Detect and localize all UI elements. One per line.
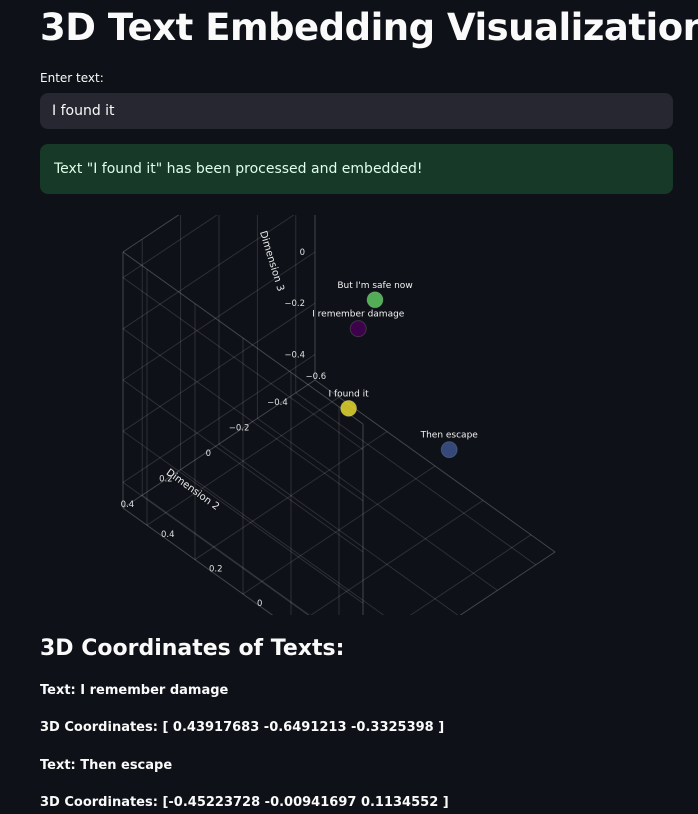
app-page: 3D Text Embedding Visualization Enter te… bbox=[0, 0, 698, 814]
y-axis-title: Dimension 2 bbox=[164, 467, 221, 513]
coordinates-section-title: 3D Coordinates of Texts: bbox=[40, 636, 345, 661]
plot-points: I remember damage Then escape I found it Bu… bbox=[312, 281, 479, 459]
y-tick-label: −0.4 bbox=[267, 398, 288, 408]
scatter-point bbox=[366, 291, 384, 309]
plot-axis-titles: Dimension 3Dimension 2Dimension 1 bbox=[164, 230, 286, 513]
y-tick-label: −0.2 bbox=[229, 423, 250, 433]
x-tick-label: 0.4 bbox=[161, 530, 175, 540]
coordinate-values-line: 3D Coordinates: [ 0.43917683 -0.6491213 … bbox=[40, 720, 445, 735]
scatter-point bbox=[349, 320, 367, 338]
grid-line bbox=[409, 534, 532, 615]
y-tick-label: −0.6 bbox=[306, 372, 327, 382]
grid-line bbox=[310, 499, 484, 615]
scatter-point bbox=[440, 441, 458, 459]
z-tick-label: 0 bbox=[300, 248, 305, 258]
scatter-point bbox=[340, 399, 358, 417]
coordinate-text-line: Text: Then escape bbox=[40, 758, 173, 773]
y-tick-label: 0 bbox=[206, 449, 211, 459]
point-label: Then escape bbox=[420, 431, 479, 441]
grid-line bbox=[180, 469, 385, 615]
success-alert: Text "I found it" has been processed and… bbox=[40, 144, 673, 194]
text-input-label: Enter text: bbox=[40, 71, 104, 85]
text-input[interactable] bbox=[40, 93, 673, 129]
x-tick-label: 0 bbox=[257, 599, 262, 609]
embedding-3d-plot[interactable]: −0.4−0.200.20.4−0.6−0.4−0.200.20.4−0.4−0… bbox=[0, 215, 698, 615]
x-tick-label: 0.2 bbox=[209, 565, 223, 575]
plot-grid bbox=[122, 215, 556, 615]
y-tick-label: 0.4 bbox=[121, 500, 135, 510]
coordinate-values-line: 3D Coordinates: [-0.45223728 -0.00941697… bbox=[40, 795, 449, 810]
success-message: Text "I found it" has been processed and… bbox=[54, 161, 423, 177]
point-label: But I'm safe now bbox=[337, 281, 412, 291]
z-tick-label: −0.2 bbox=[284, 299, 305, 309]
z-axis-title: Dimension 3 bbox=[257, 230, 286, 293]
z-tick-label: −0.4 bbox=[284, 350, 305, 360]
point-label: I remember damage bbox=[312, 310, 405, 320]
coordinate-text-line: Text: I remember damage bbox=[40, 683, 229, 698]
grid-line bbox=[141, 494, 311, 615]
plot-ticks: −0.4−0.200.20.4−0.6−0.4−0.200.20.4−0.4−0… bbox=[121, 248, 327, 609]
page-title: 3D Text Embedding Visualization bbox=[40, 6, 698, 49]
point-label: I found it bbox=[328, 389, 369, 399]
